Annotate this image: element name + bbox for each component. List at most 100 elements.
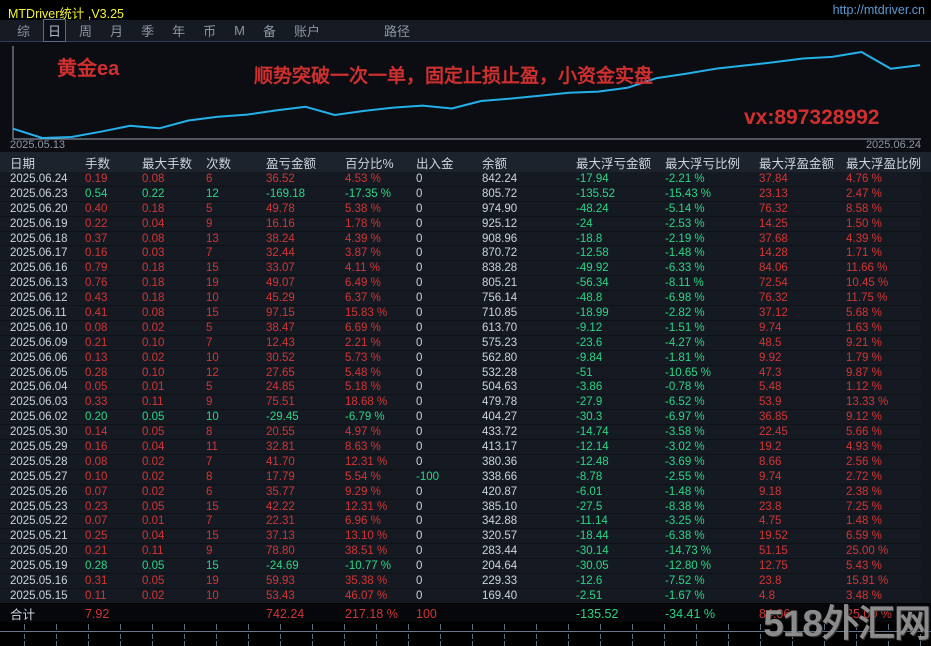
table-cell: 0 bbox=[416, 589, 423, 602]
table-cell: 19.2 bbox=[759, 440, 782, 453]
table-cell: 4.93 % bbox=[846, 440, 882, 453]
table-cell: 0 bbox=[416, 455, 423, 468]
table-cell: 9.21 % bbox=[846, 336, 882, 349]
table-cell: 6.59 % bbox=[846, 530, 882, 543]
table-cell: 2.56 % bbox=[846, 455, 882, 468]
menu-item-年[interactable]: 年 bbox=[168, 20, 189, 41]
table-cell: -2.53 % bbox=[665, 217, 705, 230]
table-cell: -6.79 % bbox=[345, 411, 385, 424]
table-cell: 908.96 bbox=[482, 232, 518, 245]
menu-item-path[interactable]: 路径 bbox=[380, 20, 414, 41]
table-cell: 0 bbox=[416, 187, 423, 200]
menu-item-日[interactable]: 日 bbox=[43, 19, 67, 42]
table-cell: -3.86 bbox=[576, 381, 603, 394]
table-cell: 2025.05.19 bbox=[10, 560, 68, 573]
table-cell: 5.43 % bbox=[846, 560, 882, 573]
table-cell: 0.79 bbox=[85, 262, 108, 275]
menu-item-季[interactable]: 季 bbox=[137, 20, 158, 41]
table-cell: 842.24 bbox=[482, 172, 518, 185]
table-cell: 0.05 bbox=[85, 381, 108, 394]
column-header: 出入金 bbox=[416, 156, 454, 171]
table-cell: 17.79 bbox=[266, 470, 295, 483]
table-cell: -9.12 bbox=[576, 321, 603, 334]
table-cell: 0.02 bbox=[142, 589, 165, 602]
menu-item-备[interactable]: 备 bbox=[259, 20, 280, 41]
table-cell: 13 bbox=[206, 232, 219, 245]
table-cell: 4.53 % bbox=[345, 172, 381, 185]
table-cell: 0.11 bbox=[142, 396, 164, 409]
table-cell: -2.21 % bbox=[665, 172, 705, 185]
table-cell: 756.14 bbox=[482, 292, 518, 305]
table-row: 2025.05.23 0.23 0.05 15 42.22 12.31 % 0 385.10 -… bbox=[0, 500, 921, 515]
table-row: 2025.06.06 0.13 0.02 10 30.52 5.73 % 0 562.80 -9… bbox=[0, 351, 921, 366]
table-row: 2025.06.03 0.33 0.11 9 75.51 18.68 % 0 479.78 -2… bbox=[0, 395, 921, 411]
menu-item-月[interactable]: 月 bbox=[106, 20, 127, 41]
table-cell: 0.08 bbox=[85, 321, 108, 334]
website-link[interactable]: http://mtdriver.cn bbox=[833, 3, 925, 17]
table-cell: 23.8 bbox=[759, 574, 782, 587]
table-cell: 9 bbox=[206, 545, 213, 558]
table-cell: 0.08 bbox=[142, 232, 165, 245]
table-cell: 0.16 bbox=[85, 440, 108, 453]
equity-chart-panel: 黄金ea 顺势突破一次一单，固定止损止盈，小资金实盘 vx:897328992 … bbox=[0, 42, 931, 152]
table-cell: -12.6 bbox=[576, 574, 603, 587]
table-cell: -24 bbox=[576, 217, 593, 230]
table-cell: 37.84 bbox=[759, 172, 788, 185]
table-cell: 0.40 bbox=[85, 202, 108, 215]
table-cell: 4.75 bbox=[759, 515, 782, 528]
table-cell: -6.38 % bbox=[665, 530, 705, 543]
table-cell: 12.31 % bbox=[345, 500, 388, 513]
table-cell: 0.02 bbox=[142, 351, 165, 364]
table-cell: -17.94 bbox=[576, 172, 609, 185]
table-cell: 5.18 % bbox=[345, 381, 381, 394]
table-cell: 0.18 bbox=[142, 262, 165, 275]
table-cell: 0 bbox=[416, 321, 423, 334]
table-cell: 0.13 bbox=[85, 351, 108, 364]
table-cell: 0.54 bbox=[85, 187, 108, 200]
table-cell: -27.5 bbox=[576, 500, 603, 513]
menu-item-周[interactable]: 周 bbox=[75, 20, 96, 41]
table-cell: 15 bbox=[206, 560, 219, 573]
table-cell: -10.77 % bbox=[345, 560, 392, 573]
table-cell: 51.15 bbox=[759, 545, 788, 558]
table-cell: 0 bbox=[416, 574, 423, 587]
chart-label-product: 黄金ea bbox=[57, 58, 120, 80]
table-cell: 2025.06.09 bbox=[10, 336, 68, 349]
menu-item-币[interactable]: 币 bbox=[199, 20, 220, 41]
table-cell: 37.12 bbox=[759, 306, 788, 319]
table-cell: 0 bbox=[416, 232, 423, 245]
chart-label-contact: vx:897328992 bbox=[744, 106, 880, 129]
table-cell: 15.83 % bbox=[345, 306, 388, 319]
table-cell: 8.63 % bbox=[345, 440, 381, 453]
menu-item-账户[interactable]: 账户 bbox=[290, 20, 324, 41]
column-header: 盈亏金额 bbox=[266, 156, 317, 171]
table-cell: 9.12 % bbox=[846, 411, 882, 424]
table-cell: 575.23 bbox=[482, 336, 518, 349]
table-cell: 10 bbox=[206, 292, 219, 305]
table-cell: 8.58 % bbox=[846, 202, 882, 215]
table-cell: 75.51 bbox=[266, 396, 295, 409]
table-cell: 0.11 bbox=[142, 545, 164, 558]
table-cell: 320.57 bbox=[482, 530, 518, 543]
table-cell: 0.18 bbox=[142, 202, 165, 215]
table-cell: 433.72 bbox=[482, 426, 518, 439]
table-cell: 479.78 bbox=[482, 396, 518, 409]
table-cell: 0.23 bbox=[85, 500, 108, 513]
table-cell: 0 bbox=[416, 560, 423, 573]
menu-item-M[interactable]: M bbox=[230, 22, 249, 39]
table-cell: -24.69 bbox=[266, 560, 299, 573]
table-cell: 2025.06.04 bbox=[10, 381, 68, 394]
table-cell: 19 bbox=[206, 277, 219, 290]
table-cell: 0.18 bbox=[142, 292, 165, 305]
table-cell: 2025.06.03 bbox=[10, 396, 68, 409]
table-cell: 338.66 bbox=[482, 470, 518, 483]
table-cell: 5.68 % bbox=[846, 306, 882, 319]
menu-item-综[interactable]: 综 bbox=[13, 20, 34, 41]
table-cell: -7.52 % bbox=[665, 574, 705, 587]
table-cell: -10.65 % bbox=[665, 366, 712, 379]
table-cell: -15.43 % bbox=[665, 187, 712, 200]
table-cell: -18.99 bbox=[576, 306, 609, 319]
table-row: 2025.06.13 0.76 0.18 19 49.07 6.49 % 0 805.21 -5… bbox=[0, 276, 921, 292]
table-cell: -2.19 % bbox=[665, 232, 705, 245]
table-cell: 5.73 % bbox=[345, 351, 381, 364]
